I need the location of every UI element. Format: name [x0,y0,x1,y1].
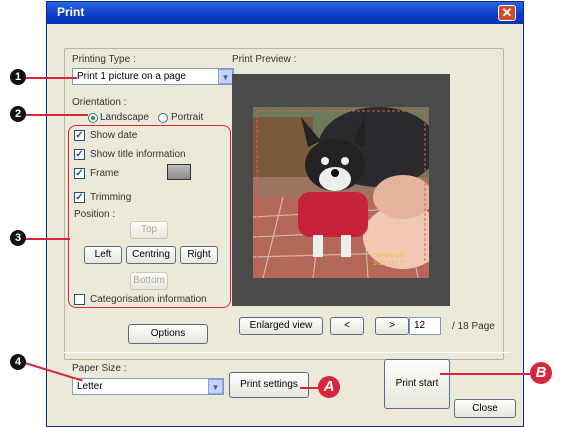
categorisation-label[interactable]: Categorisation information [90,294,207,305]
previous-page-button[interactable]: < [330,317,364,335]
landscape-radio[interactable] [88,113,98,123]
frame-checkbox[interactable]: ✓ [74,168,85,179]
printing-type-label: Printing Type : [72,54,136,65]
page-total-label: / 18 Page [452,321,495,332]
page-number-input[interactable]: 12 [409,317,441,335]
print-preview-label: Print Preview : [232,54,297,65]
position-left-button[interactable]: Left [84,246,122,264]
callout-a: A [318,376,340,398]
dog-photo-image: Sample text 2021 / 8 / 7 [253,107,429,278]
callout-b: B [530,362,552,384]
position-right-button[interactable]: Right [180,246,218,264]
paper-size-label: Paper Size : [72,363,127,374]
printing-type-value: Print 1 picture on a page [77,71,186,82]
frame-label[interactable]: Frame [90,168,119,179]
paper-size-value: Letter [77,381,103,392]
landscape-label[interactable]: Landscape [100,112,149,123]
portrait-label[interactable]: Portrait [171,112,203,123]
photo-caption-2: 2021 / 8 / 7 [373,261,404,267]
next-page-button[interactable]: > [375,317,409,335]
print-start-button[interactable]: Print start [384,359,450,409]
trimming-label[interactable]: Trimming [90,192,131,203]
printing-type-select[interactable]: Print 1 picture on a page ▼ [72,68,234,85]
position-centring-button[interactable]: Centring [126,246,176,264]
position-top-button[interactable]: Top [130,221,168,239]
show-date-checkbox[interactable]: ✓ [74,130,85,141]
close-window-button[interactable]: ✕ [498,5,516,21]
position-bottom-button[interactable]: Bottom [130,272,168,290]
photo-caption-1: Sample text [373,253,405,259]
show-title-checkbox[interactable]: ✓ [74,149,85,160]
orientation-label: Orientation : [72,97,127,108]
print-settings-button[interactable]: Print settings [229,372,309,398]
preview-photo: Sample text 2021 / 8 / 7 [253,107,429,278]
chevron-down-icon[interactable]: ▼ [218,69,233,84]
close-button[interactable]: Close [454,399,516,418]
separator [64,352,510,353]
position-label: Position : [74,209,116,220]
enlarged-view-button[interactable]: Enlarged view [239,317,323,335]
title-bar[interactable]: Print ✕ [47,2,523,24]
show-title-label[interactable]: Show title information [90,149,186,160]
frame-color-swatch[interactable] [167,164,191,180]
callout-line-b [440,373,530,375]
categorisation-checkbox[interactable] [74,294,85,305]
chevron-down-icon[interactable]: ▼ [208,379,223,394]
trimming-checkbox[interactable]: ✓ [74,192,85,203]
callout-4: 4 [10,354,26,370]
callout-1: 1 [10,69,26,85]
options-button[interactable]: Options [128,324,208,344]
paper-size-select[interactable]: Letter ▼ [72,378,224,395]
portrait-radio[interactable] [158,113,168,123]
window-title: Print [57,5,85,19]
callout-2: 2 [10,106,26,122]
page-number-value: 12 [414,320,426,331]
show-date-label[interactable]: Show date [90,130,137,141]
callout-line-3 [22,238,70,240]
callout-3: 3 [10,230,26,246]
callout-line-1 [22,77,77,79]
callout-line-2 [22,114,88,116]
